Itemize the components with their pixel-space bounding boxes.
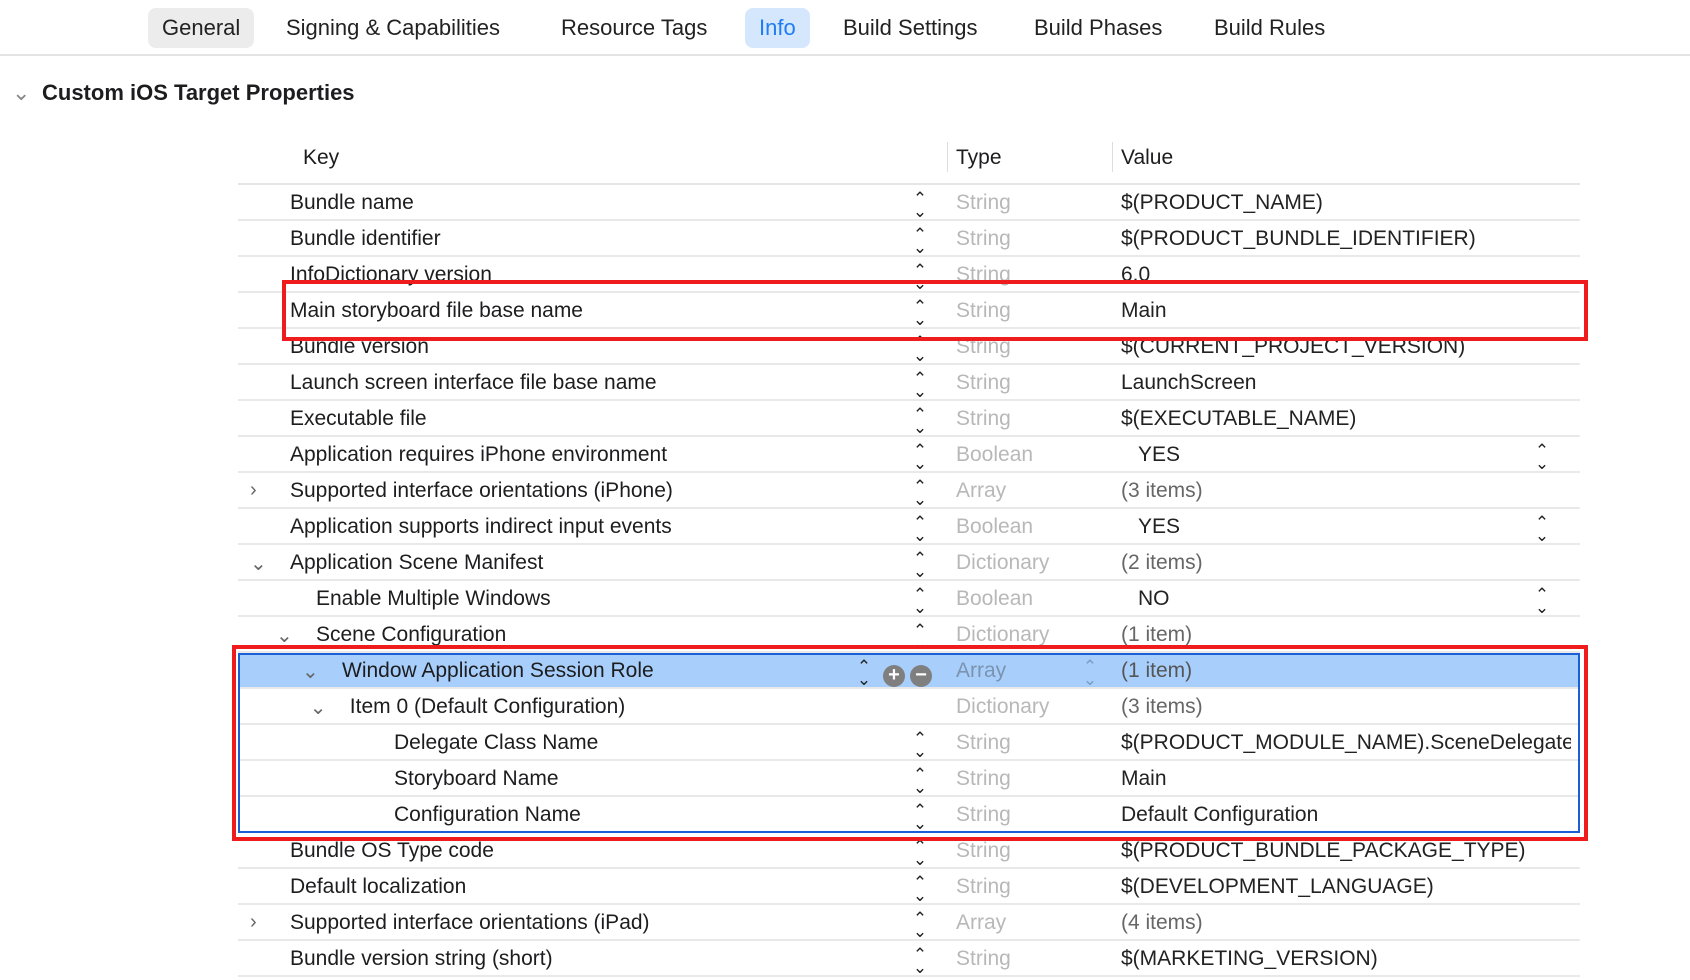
section-title: Custom iOS Target Properties bbox=[42, 80, 355, 105]
key-stepper-icon[interactable]: ⌃ ⌄ bbox=[912, 910, 928, 940]
tab-build-rules[interactable]: Build Rules bbox=[1200, 8, 1339, 48]
row-value[interactable]: (4 items) bbox=[1121, 911, 1203, 935]
tab-bar: General Signing & Capabilities Resource Ta… bbox=[0, 0, 1690, 56]
row-value[interactable]: $(PRODUCT_NAME) bbox=[1121, 191, 1323, 215]
column-divider[interactable] bbox=[947, 142, 948, 172]
column-type[interactable]: Type bbox=[956, 146, 1002, 170]
table-row[interactable]: Default localization ⌃ ⌄ String $(DEVELOPMEN… bbox=[238, 869, 1580, 905]
row-type[interactable]: String bbox=[956, 227, 1011, 251]
section-header[interactable]: ⌄ Custom iOS Target Properties bbox=[12, 80, 355, 106]
key-stepper-icon[interactable]: ⌃ ⌄ bbox=[912, 442, 928, 472]
table-row[interactable]: › Supported interface orientations (iPhon… bbox=[238, 473, 1580, 509]
row-value[interactable]: (3 items) bbox=[1121, 479, 1203, 503]
row-key: Bundle OS Type code bbox=[290, 839, 494, 862]
row-key: Application requires iPhone environment bbox=[290, 443, 668, 466]
tab-general[interactable]: General bbox=[148, 8, 255, 48]
key-stepper-icon[interactable]: ⌃ ⌄ bbox=[912, 190, 928, 220]
key-stepper-icon[interactable]: ⌃ ⌄ bbox=[912, 514, 928, 544]
popup-stepper-icon[interactable]: ⌃ ⌄ bbox=[1534, 442, 1550, 472]
row-type[interactable]: String bbox=[956, 875, 1011, 899]
key-stepper-icon[interactable]: ⌃ ⌄ bbox=[912, 586, 928, 616]
row-value[interactable]: YES bbox=[1138, 515, 1180, 539]
table-row[interactable]: Application requires iPhone environment ⌃… bbox=[238, 437, 1580, 473]
row-type[interactable]: Dictionary bbox=[956, 551, 1049, 575]
table-row[interactable]: › Supported interface orientations (iPad)… bbox=[238, 905, 1580, 941]
key-stepper-icon[interactable]: ⌃ ⌄ bbox=[912, 550, 928, 580]
table-row[interactable]: Application supports indirect input even… bbox=[238, 509, 1580, 545]
chevron-right-icon[interactable]: › bbox=[250, 911, 257, 934]
tab-build-settings[interactable]: Build Settings bbox=[829, 8, 992, 48]
row-value[interactable]: $(MARKETING_VERSION) bbox=[1121, 947, 1378, 971]
table-row[interactable]: Launch screen interface file base name ⌃ ⌄… bbox=[238, 365, 1580, 401]
row-key: Supported interface orientations (iPhone… bbox=[290, 479, 673, 502]
row-value[interactable]: $(DEVELOPMENT_LANGUAGE) bbox=[1121, 875, 1434, 899]
highlight-box bbox=[282, 280, 1588, 341]
row-key: Scene Configuration bbox=[316, 623, 507, 646]
key-stepper-icon[interactable]: ⌃ ⌄ bbox=[912, 226, 928, 256]
row-type[interactable]: String bbox=[956, 371, 1011, 395]
key-stepper-icon[interactable]: ⌃ ⌄ bbox=[912, 478, 928, 508]
row-type[interactable]: Boolean bbox=[956, 515, 1033, 539]
highlight-box bbox=[232, 645, 1588, 841]
chevron-down-icon[interactable]: ⌄ bbox=[12, 80, 42, 106]
row-type[interactable]: Dictionary bbox=[956, 623, 1049, 647]
table-row[interactable]: Bundle version string (short) ⌃ ⌄ String $(M… bbox=[238, 941, 1580, 977]
row-type[interactable]: String bbox=[956, 947, 1011, 971]
table-row[interactable]: Bundle identifier ⌃ ⌄ String $(PRODUCT_BUNDL… bbox=[238, 221, 1580, 257]
key-stepper-icon[interactable]: ⌃ ⌄ bbox=[912, 946, 928, 976]
column-value[interactable]: Value bbox=[1121, 146, 1173, 170]
row-key: Bundle name bbox=[290, 191, 414, 214]
chevron-down-icon[interactable]: ⌄ bbox=[250, 551, 267, 576]
key-stepper-icon[interactable]: ⌃ ⌄ bbox=[912, 370, 928, 400]
row-value[interactable]: NO bbox=[1138, 587, 1170, 611]
row-value[interactable]: $(PRODUCT_BUNDLE_PACKAGE_TYPE) bbox=[1121, 839, 1526, 863]
row-key: Application supports indirect input even… bbox=[290, 515, 672, 538]
table-row[interactable]: Enable Multiple Windows ⌃ ⌄ Boolean NO ⌃ ⌄ bbox=[238, 581, 1580, 617]
table-row[interactable]: Executable file ⌃ ⌄ String $(EXECUTABLE_NAME… bbox=[238, 401, 1580, 437]
row-value[interactable]: LaunchScreen bbox=[1121, 371, 1256, 395]
popup-stepper-icon[interactable]: ⌃ ⌄ bbox=[1534, 514, 1550, 544]
row-key: Application Scene Manifest bbox=[290, 551, 544, 574]
chevron-right-icon[interactable]: › bbox=[250, 479, 257, 502]
row-type[interactable]: String bbox=[956, 191, 1011, 215]
tab-build-phases[interactable]: Build Phases bbox=[1020, 8, 1176, 48]
row-key: Bundle version string (short) bbox=[290, 947, 553, 970]
row-type[interactable]: Boolean bbox=[956, 443, 1033, 467]
row-type[interactable]: Boolean bbox=[956, 587, 1033, 611]
column-divider[interactable] bbox=[1112, 142, 1113, 172]
column-key[interactable]: Key bbox=[303, 146, 339, 170]
table-header: Key Type Value bbox=[238, 140, 1580, 185]
tab-signing-capabilities[interactable]: Signing & Capabilities bbox=[272, 8, 514, 48]
row-value[interactable]: YES bbox=[1138, 443, 1180, 467]
key-stepper-icon[interactable]: ⌃ ⌄ bbox=[912, 406, 928, 436]
row-type[interactable]: String bbox=[956, 839, 1011, 863]
row-value[interactable]: (2 items) bbox=[1121, 551, 1203, 575]
row-key: Executable file bbox=[290, 407, 427, 430]
table-row[interactable]: Bundle name ⌃ ⌄ String $(PRODUCT_NAME) bbox=[238, 185, 1580, 221]
key-stepper-icon[interactable]: ⌃ ⌄ bbox=[912, 838, 928, 868]
tab-info[interactable]: Info bbox=[745, 8, 810, 48]
row-type[interactable]: Array bbox=[956, 479, 1006, 503]
row-value[interactable]: (1 item) bbox=[1121, 623, 1192, 647]
popup-stepper-icon[interactable]: ⌃ ⌄ bbox=[1534, 586, 1550, 616]
row-value[interactable]: $(PRODUCT_BUNDLE_IDENTIFIER) bbox=[1121, 227, 1476, 251]
row-key: Default localization bbox=[290, 875, 467, 898]
row-key: Enable Multiple Windows bbox=[316, 587, 551, 610]
key-stepper-icon[interactable]: ⌃ ⌄ bbox=[912, 874, 928, 904]
row-type[interactable]: Array bbox=[956, 911, 1006, 935]
row-key: Supported interface orientations (iPad) bbox=[290, 911, 650, 934]
table-row[interactable]: ⌄ Application Scene Manifest ⌃ ⌄ Dictionary (… bbox=[238, 545, 1580, 581]
row-key: Launch screen interface file base name bbox=[290, 371, 657, 394]
row-key: Bundle identifier bbox=[290, 227, 441, 250]
row-type[interactable]: String bbox=[956, 407, 1011, 431]
tab-resource-tags[interactable]: Resource Tags bbox=[547, 8, 721, 48]
row-value[interactable]: $(EXECUTABLE_NAME) bbox=[1121, 407, 1356, 431]
